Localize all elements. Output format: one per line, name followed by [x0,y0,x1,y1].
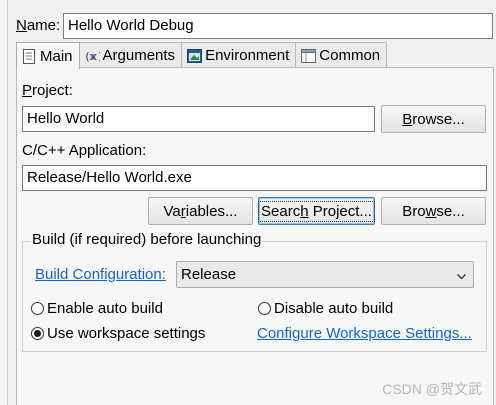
build-configuration-select[interactable]: Release [176,261,474,288]
left-pane-border [0,0,8,405]
use-workspace-settings-radio[interactable] [31,327,44,340]
build-group-title: Build (if required) before launching [31,231,263,248]
watermark: CSDN @贺文武 [382,381,482,397]
name-field[interactable]: Hello World Debug [63,13,493,39]
disable-auto-build-radio[interactable] [258,302,271,315]
application-field[interactable]: Release/Hello World.exe [22,165,487,191]
disable-auto-build-label: Disable auto build [274,300,394,317]
tab-environment[interactable]: Environment [181,42,297,68]
tab-bar: Main (x)x Arguments Environment Common [16,42,388,69]
build-configuration-link[interactable]: Build Configuration: [35,266,166,283]
search-project-button[interactable]: Search Project... [258,197,375,225]
tab-environment-label: Environment [205,47,290,64]
project-label: Project: [22,82,73,99]
main-tab-icon [21,48,37,64]
configure-workspace-settings-link[interactable]: Configure Workspace Settings... [257,325,472,342]
build-configuration-value: Release [181,266,237,283]
project-field[interactable]: Hello World [22,106,375,132]
common-icon [300,48,316,64]
arguments-icon: (x)x [84,48,100,64]
application-browse-button[interactable]: Browse... [381,197,486,225]
tab-main-label: Main [40,47,73,65]
enable-auto-build-label: Enable auto build [47,300,163,317]
environment-icon [186,48,202,64]
tab-arguments-label: Arguments [102,47,176,64]
tab-common[interactable]: Common [295,42,388,68]
project-browse-button[interactable]: Browse... [381,105,486,133]
name-label: Name: [16,17,61,34]
chevron-down-icon [456,269,467,286]
tab-arguments[interactable]: (x)x Arguments [78,42,183,68]
variables-button[interactable]: Variables... [148,197,253,225]
application-label: C/C++ Application: [22,142,147,159]
svg-text:x: x [89,50,96,63]
tab-common-label: Common [319,47,381,64]
use-workspace-settings-label: Use workspace settings [47,325,206,342]
enable-auto-build-radio[interactable] [31,302,44,315]
tab-main[interactable]: Main [16,42,80,69]
